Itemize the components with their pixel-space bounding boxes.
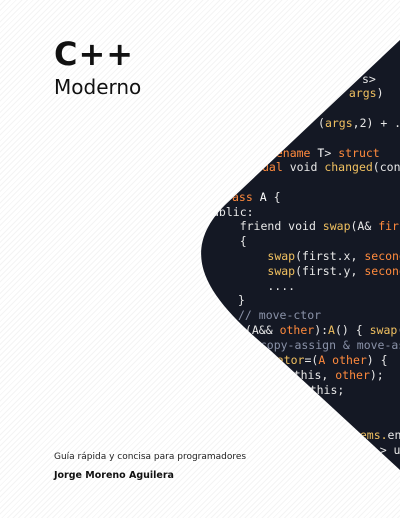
code-line: .... bbox=[212, 279, 295, 294]
code-token: ypename bbox=[262, 146, 318, 160]
code-token: A bbox=[328, 323, 335, 337]
code-token: changed bbox=[324, 160, 373, 174]
code-token: second bbox=[364, 264, 399, 278]
code-token: > bbox=[324, 146, 339, 160]
code-token: ) { bbox=[366, 353, 388, 367]
code-line: s> bbox=[362, 72, 376, 87]
code-line: perator=(A other) { bbox=[256, 353, 388, 368]
code-line: A(A&& other):A() { swap( bbox=[238, 323, 400, 338]
code-token: other bbox=[335, 368, 370, 382]
code-token: ,2) + ... bbox=[352, 116, 388, 130]
code-token: swap bbox=[267, 249, 296, 263]
code-token: items. bbox=[346, 428, 388, 442]
code-token: // move-ctor bbox=[238, 308, 322, 322]
code-token: .... bbox=[212, 279, 296, 293]
book-cover: C++ Moderno s>. args)(args,2) + ...ypena… bbox=[0, 0, 400, 518]
code-token: (first.x, bbox=[295, 249, 365, 263]
code-token: ): bbox=[314, 323, 329, 337]
code-line: (a) > u bbox=[352, 443, 400, 458]
code-token: firs bbox=[378, 219, 399, 233]
code-token: second bbox=[364, 249, 399, 263]
code-line: } bbox=[238, 293, 245, 308]
code-line: items.en bbox=[346, 428, 400, 443]
code-token: A bbox=[259, 190, 267, 204]
code-token: ); bbox=[369, 368, 384, 382]
code-token: s> bbox=[362, 72, 376, 86]
code-token: { bbox=[266, 190, 281, 204]
book-subtitle: Moderno bbox=[54, 75, 142, 99]
code-token: en bbox=[387, 428, 400, 442]
code-token: A other bbox=[318, 353, 367, 367]
code-token: args bbox=[324, 116, 353, 130]
code-token: struct bbox=[338, 146, 380, 160]
title-block: C++ Moderno bbox=[54, 36, 141, 100]
code-token: (A&& bbox=[244, 323, 280, 337]
code-line: ass A { bbox=[232, 190, 281, 205]
code-line: / copy-assign & move-as bbox=[246, 338, 400, 353]
code-token: ap bbox=[266, 368, 280, 382]
code-token: ass bbox=[232, 190, 260, 204]
code-token: other bbox=[279, 323, 315, 337]
code-line: friend void swap(A& firs bbox=[212, 219, 400, 234]
code-token: swap bbox=[267, 264, 296, 278]
code-token: { bbox=[212, 234, 247, 248]
code-token: A bbox=[238, 323, 245, 337]
code-token: ) bbox=[376, 86, 384, 100]
code-token: perator bbox=[256, 353, 305, 367]
code-token: rn bbox=[282, 383, 303, 397]
code-token: ( bbox=[318, 116, 325, 130]
code-token: swap bbox=[369, 323, 398, 337]
code-line: ap(*this, other); bbox=[266, 368, 384, 383]
code-token: (A& bbox=[350, 219, 379, 233]
code-line: { bbox=[212, 234, 247, 249]
code-line: // move-ctor bbox=[238, 308, 321, 323]
code-line: . args) bbox=[335, 86, 384, 101]
code-token: (first.y, bbox=[295, 264, 365, 278]
book-author: Jorge Moreno Aguilera bbox=[54, 470, 174, 481]
code-token: . bbox=[335, 86, 349, 100]
code-token: swap bbox=[322, 219, 351, 233]
code-line: swap(first.y, second bbox=[212, 264, 400, 279]
code-token: =( bbox=[304, 353, 319, 367]
code-token: () { bbox=[334, 323, 370, 337]
code-token: ublic: bbox=[212, 205, 254, 219]
code-token: (con bbox=[372, 160, 400, 174]
code-token: } bbox=[238, 293, 245, 307]
code-token: void bbox=[288, 219, 323, 233]
code-line: swap(first.x, second bbox=[212, 249, 400, 264]
code-token: / copy-assign & move-as bbox=[246, 338, 400, 352]
code-line: (args,2) + ... bbox=[318, 116, 400, 131]
code-token: *this; bbox=[302, 383, 345, 397]
code-line: ublic: bbox=[212, 205, 254, 220]
book-tagline: Guía rápida y concisa para programadores bbox=[54, 452, 247, 462]
code-token: friend bbox=[239, 219, 289, 233]
code-token: (*this, bbox=[279, 368, 336, 382]
code-token: ual bbox=[262, 160, 290, 174]
book-title: C++ bbox=[54, 35, 135, 73]
code-token: args bbox=[348, 86, 377, 100]
code-token: void bbox=[289, 160, 325, 174]
code-line: ual void changed(con bbox=[262, 160, 400, 175]
code-line: ypename T> struct bbox=[262, 146, 380, 161]
code-token: (a) > u bbox=[352, 443, 400, 457]
code-line: rn *this; bbox=[282, 383, 344, 398]
